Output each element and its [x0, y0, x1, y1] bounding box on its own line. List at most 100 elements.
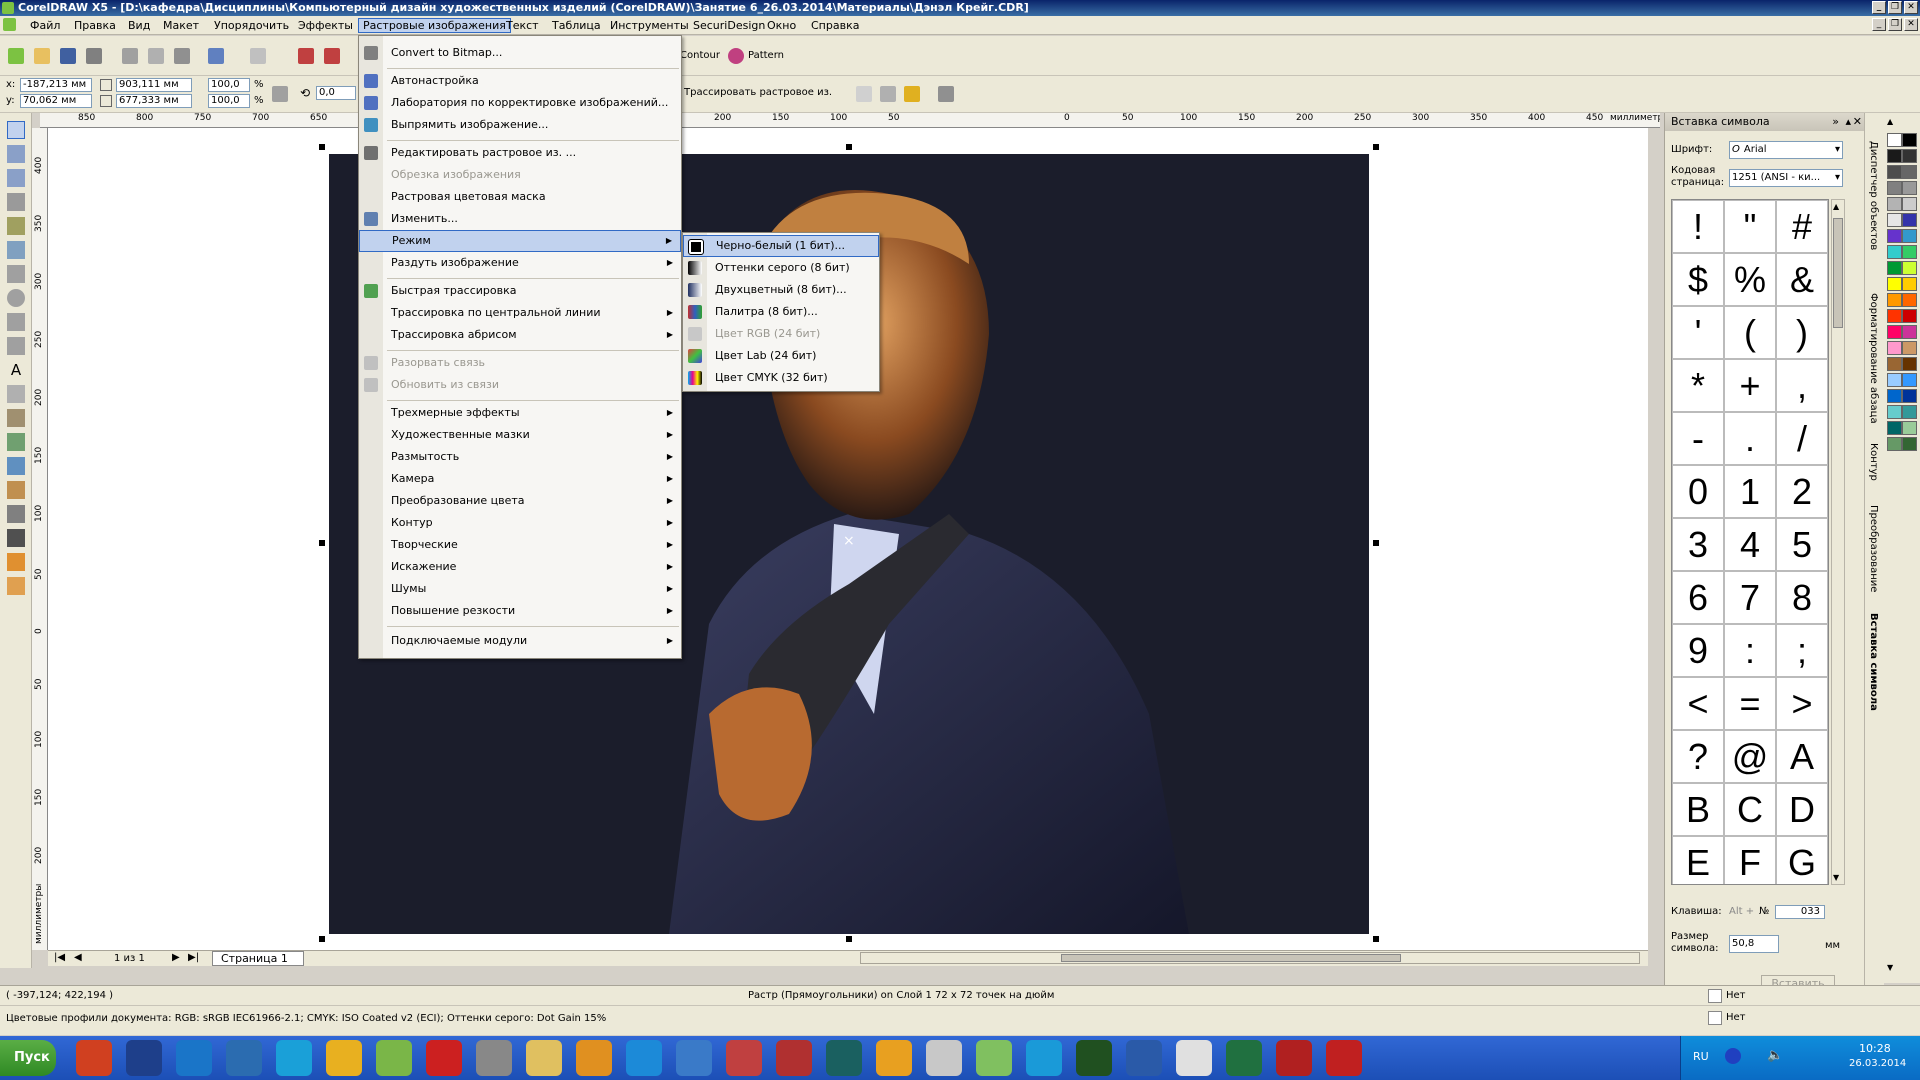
freehand-tool-icon[interactable] [7, 217, 25, 235]
glyph-cell[interactable]: = [1724, 677, 1776, 730]
color-swatch[interactable] [1887, 213, 1902, 227]
color-swatch[interactable] [1902, 165, 1917, 179]
taskbar-app-icon[interactable] [1126, 1040, 1162, 1076]
menu-edit[interactable]: Правка [70, 18, 120, 33]
glyph-cell[interactable]: $ [1672, 253, 1724, 306]
scroll-up-icon[interactable]: ▲ [1833, 202, 1839, 211]
glyph-cell[interactable]: 7 [1724, 571, 1776, 624]
glyph-cell[interactable]: @ [1724, 730, 1776, 783]
new-document-icon[interactable] [8, 48, 24, 64]
glyph-cell[interactable]: & [1776, 253, 1828, 306]
font-select[interactable]: O Arial ▾ [1729, 141, 1843, 159]
menu-item-convert-to-bitmap[interactable]: Convert to Bitmap... [359, 42, 681, 64]
glyph-cell[interactable]: ! [1672, 200, 1724, 253]
glyph-cell[interactable]: * [1672, 359, 1724, 412]
paste-icon[interactable] [174, 48, 190, 64]
import-icon[interactable] [298, 48, 314, 64]
taskbar-app-icon[interactable] [976, 1040, 1012, 1076]
glyph-cell[interactable]: # [1776, 200, 1828, 253]
dimension-tool-icon[interactable] [7, 409, 25, 427]
trace-bitmap-label[interactable]: Трассировать растровое из. [684, 86, 832, 100]
color-swatch[interactable] [1902, 325, 1917, 339]
horizontal-ruler[interactable]: 850 800 750 700 650 250 200 150 100 50 0… [40, 113, 1660, 128]
menu-item-image-adjustment-lab[interactable]: Лаборатория по корректировке изображений… [359, 92, 681, 114]
codepage-select[interactable]: 1251 (ANSI - ки... ▾ [1729, 169, 1843, 187]
color-swatch[interactable] [1902, 405, 1917, 419]
menu-arrange[interactable]: Упорядочить [210, 18, 293, 33]
palette-scroll-up-icon[interactable]: ▲ [1887, 117, 1893, 126]
next-page-icon[interactable]: ▶ [172, 952, 180, 963]
taskbar-app-icon[interactable] [626, 1040, 662, 1076]
color-swatch[interactable] [1887, 405, 1902, 419]
scale-y-field[interactable]: 100,0 [208, 94, 250, 108]
glyph-cell[interactable]: A [1776, 730, 1828, 783]
glyph-cell[interactable]: , [1776, 359, 1828, 412]
taskbar-app-icon[interactable] [676, 1040, 712, 1076]
glyph-cell[interactable]: : [1724, 624, 1776, 677]
char-code-field[interactable]: 033 [1775, 905, 1825, 919]
taskbar-app-icon[interactable] [376, 1040, 412, 1076]
color-swatch[interactable] [1902, 245, 1917, 259]
pattern-icon[interactable] [728, 48, 744, 64]
x-position-field[interactable]: -187,213 мм [20, 78, 92, 92]
taskbar-app-icon[interactable] [826, 1040, 862, 1076]
glyph-cell[interactable]: " [1724, 200, 1776, 253]
taskbar-app-icon[interactable] [1226, 1040, 1262, 1076]
menu-help[interactable]: Справка [807, 18, 863, 33]
lock-ratio-icon[interactable] [272, 86, 288, 102]
tab-insert-character[interactable]: Вставка символа [1868, 613, 1879, 711]
color-swatch[interactable] [1902, 293, 1917, 307]
selection-handle[interactable] [319, 936, 325, 942]
y-position-field[interactable]: 70,062 мм [20, 94, 92, 108]
menu-view[interactable]: Вид [124, 18, 154, 33]
color-swatch[interactable] [1887, 261, 1902, 275]
palette-scroll-down-icon[interactable]: ▼ [1887, 963, 1893, 972]
color-swatch[interactable] [1887, 165, 1902, 179]
menu-item-auto-adjust[interactable]: Автонастройка [359, 70, 681, 92]
menu-item-straighten-image[interactable]: Выпрямить изображение... [359, 114, 681, 136]
glyph-cell[interactable]: % [1724, 253, 1776, 306]
color-swatch[interactable] [1902, 389, 1917, 403]
bitmap-color-mask-icon[interactable] [938, 86, 954, 102]
ellipse-tool-icon[interactable] [7, 289, 25, 307]
menu-item-centerline-trace[interactable]: Трассировка по центральной линии ▶ [359, 302, 681, 324]
menu-item-camera[interactable]: Камера ▶ [359, 468, 681, 490]
menu-item-contour[interactable]: Контур ▶ [359, 512, 681, 534]
menu-item-blur[interactable]: Размытость ▶ [359, 446, 681, 468]
taskbar-app-icon[interactable] [1276, 1040, 1312, 1076]
menu-item-mode[interactable]: Режим ▶ [359, 230, 681, 252]
color-swatch[interactable] [1902, 309, 1917, 323]
menu-text[interactable]: Текст [502, 18, 543, 33]
taskbar-app-icon[interactable] [1026, 1040, 1062, 1076]
cut-icon[interactable] [122, 48, 138, 64]
prev-page-icon[interactable]: ◀ [74, 952, 82, 963]
color-swatch[interactable] [1902, 357, 1917, 371]
glyph-cell[interactable]: 8 [1776, 571, 1828, 624]
color-swatch[interactable] [1902, 421, 1917, 435]
glyph-cell[interactable]: 1 [1724, 465, 1776, 518]
undo-icon[interactable] [208, 48, 224, 64]
glyph-cell[interactable]: 3 [1672, 518, 1724, 571]
taskbar-app-icon[interactable] [726, 1040, 762, 1076]
color-swatch[interactable] [1902, 373, 1917, 387]
submenu-item-lab[interactable]: Цвет Lab (24 бит) [683, 345, 879, 367]
volume-icon[interactable]: 🔈 [1767, 1048, 1783, 1063]
glyph-scrollbar[interactable]: ▲ ▼ [1831, 199, 1845, 885]
taskbar-app-icon[interactable] [576, 1040, 612, 1076]
taskbar-app-icon[interactable] [126, 1040, 162, 1076]
color-swatch[interactable] [1887, 149, 1902, 163]
glyph-cell[interactable]: < [1672, 677, 1724, 730]
taskbar-app-icon[interactable] [426, 1040, 462, 1076]
glyph-cell[interactable]: E [1672, 836, 1724, 884]
color-swatch[interactable] [1902, 133, 1917, 147]
menu-item-bitmap-color-mask[interactable]: Растровая цветовая маска [359, 186, 681, 208]
polygon-tool-icon[interactable] [7, 313, 25, 331]
taskbar-app-icon[interactable] [176, 1040, 212, 1076]
tab-paragraph-formatting[interactable]: Форматирование абзаца [1868, 293, 1879, 424]
glyph-cell[interactable]: 5 [1776, 518, 1828, 571]
coreldraw-app-icon[interactable] [2, 2, 14, 14]
docker-close-icon[interactable]: ✕ [1853, 113, 1862, 131]
horizontal-scrollbar[interactable] [860, 952, 1640, 964]
minimize-button[interactable]: _ [1872, 1, 1886, 14]
print-icon[interactable] [86, 48, 102, 64]
